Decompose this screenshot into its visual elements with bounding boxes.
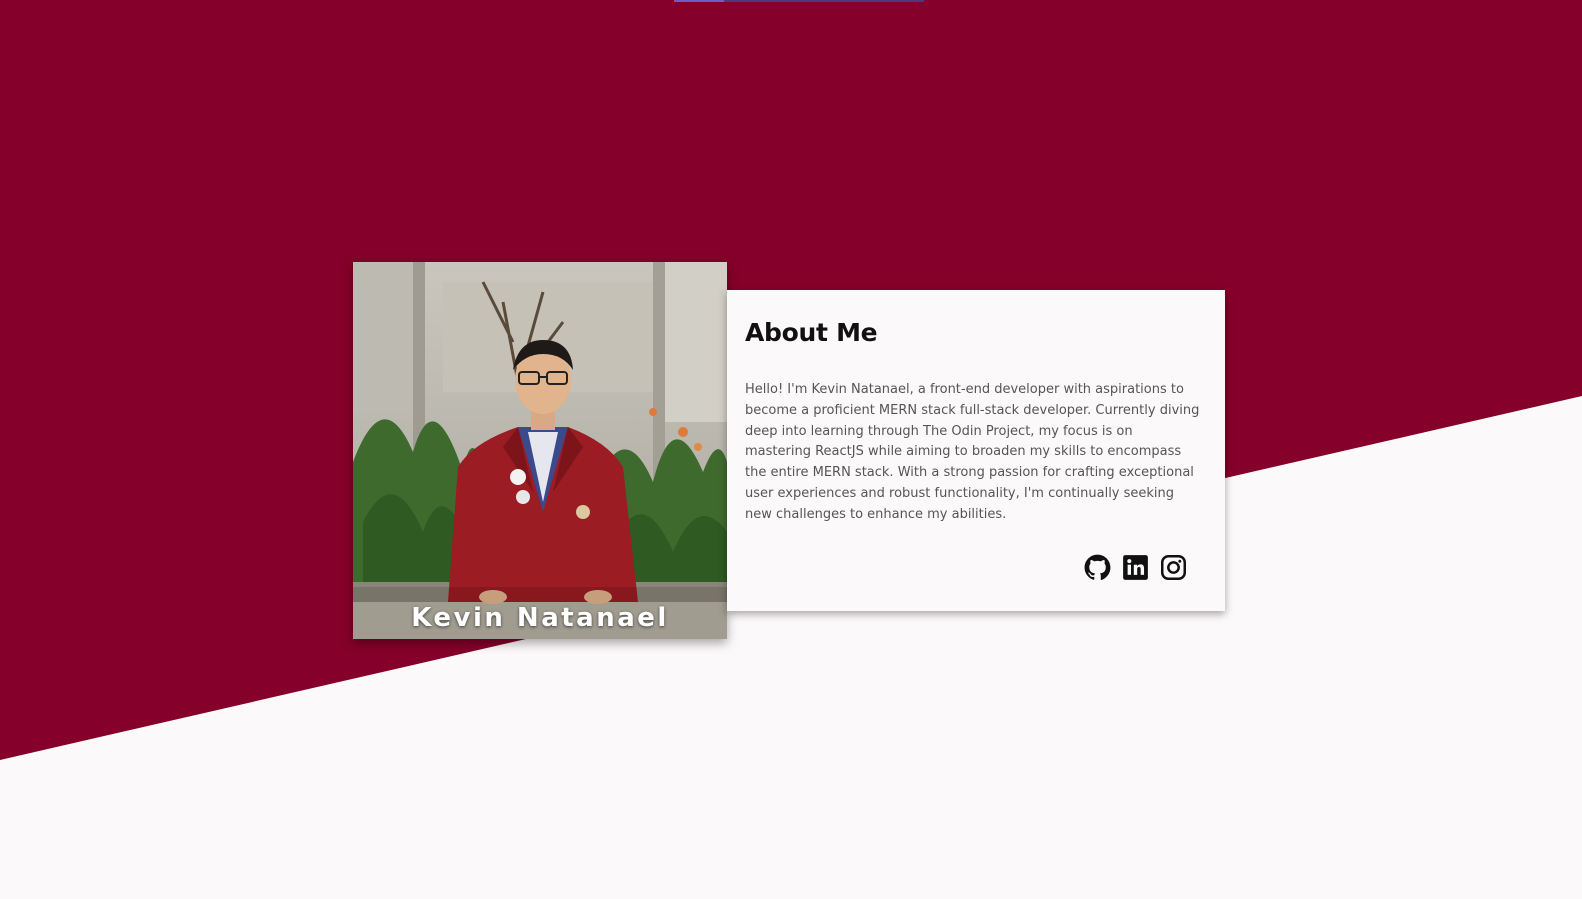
instagram-icon	[1161, 555, 1186, 580]
github-link[interactable]	[1084, 554, 1111, 581]
about-card: About Me Hello! I'm Kevin Natanael, a fr…	[727, 290, 1225, 611]
page: Kevin Natanael About Me Hello! I'm Kevin…	[0, 0, 1582, 899]
about-description: Hello! I'm Kevin Natanael, a front-end d…	[745, 382, 1200, 522]
linkedin-icon	[1123, 555, 1148, 580]
linkedin-link[interactable]	[1122, 554, 1149, 581]
top-indicator	[674, 0, 924, 2]
profile-photo-illustration	[353, 262, 727, 639]
profile-photo: Kevin Natanael	[353, 262, 727, 639]
about-title: About Me	[745, 318, 878, 347]
photo-caption: Kevin Natanael	[411, 603, 669, 633]
social-links	[1084, 554, 1187, 581]
github-icon	[1084, 554, 1111, 580]
instagram-link[interactable]	[1160, 554, 1187, 581]
